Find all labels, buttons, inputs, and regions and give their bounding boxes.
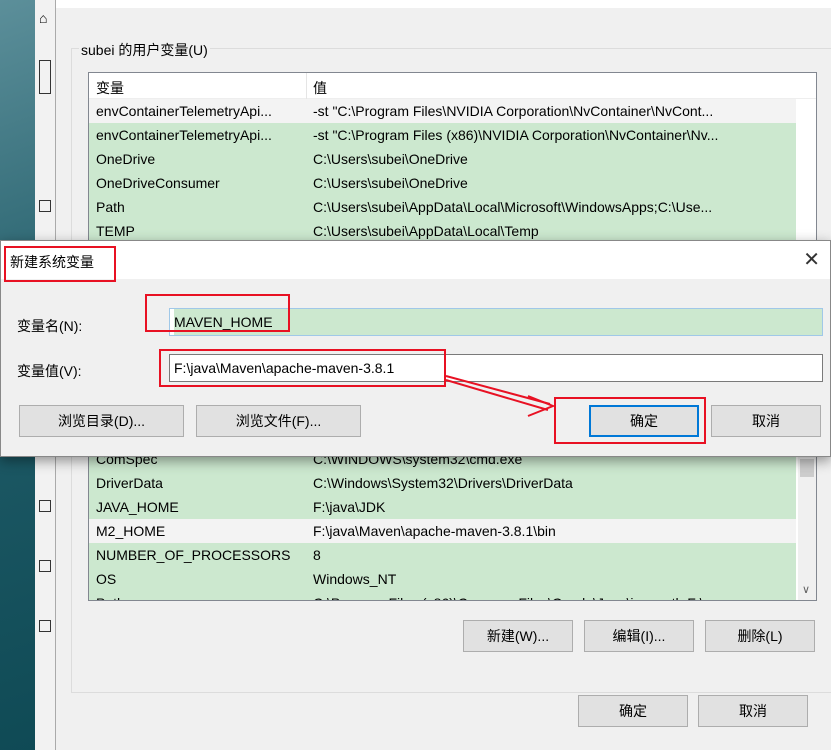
annotation-arrow [445, 375, 556, 417]
